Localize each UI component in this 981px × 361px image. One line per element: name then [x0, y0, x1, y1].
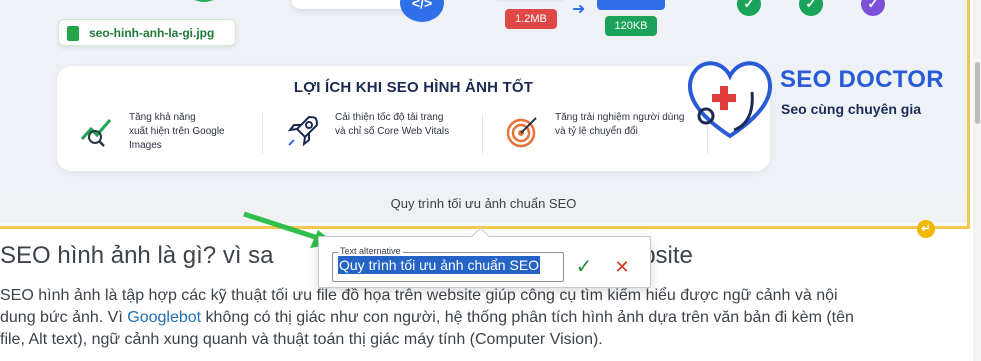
- alt-text-input[interactable]: Quy trình tối ưu ảnh chuẩn SEO: [332, 252, 564, 282]
- infographic-image[interactable]: seo-hinh-anh-la-gi.jpg </> 1.2MB ➜ 120KB…: [0, 0, 967, 192]
- logo-subtitle: Seo cùng chuyên gia: [781, 101, 922, 117]
- editor-canvas: seo-hinh-anh-la-gi.jpg </> 1.2MB ➜ 120KB…: [0, 0, 981, 361]
- benefit-title: LỢI ÍCH KHI SEO HÌNH ẢNH TỐT: [293, 79, 534, 96]
- heart-stethoscope-icon: [688, 61, 772, 139]
- check-icon: ✓: [799, 0, 823, 16]
- alt-text-label: Text alternative: [338, 246, 403, 256]
- target-icon: [506, 117, 537, 148]
- alt-text-popover: Text alternative Quy trình tối ưu ảnh ch…: [318, 236, 651, 288]
- divider: [482, 114, 483, 154]
- arrow-right-icon: ➜: [572, 1, 586, 18]
- block-handle-icon[interactable]: ↵: [917, 220, 935, 238]
- benefit-text: Cải thiện tốc độ tải trang và chỉ số Cor…: [335, 112, 450, 137]
- check-icon: ✓: [861, 0, 885, 16]
- alt-text-value: Quy trình tối ưu ảnh chuẩn SEO: [338, 256, 541, 274]
- check-icon: ✓: [737, 0, 761, 16]
- benefit-text: Tăng trải nghiệm người dùng và tỷ lệ chu…: [555, 112, 685, 137]
- benefit-item: Tăng trải nghiệm người dùng và tỷ lệ chu…: [505, 111, 705, 155]
- benefit-text: Tăng khả năng xuất hiện trên Google Imag…: [129, 112, 225, 151]
- divider: [262, 114, 263, 154]
- logo-title: SEO DOCTOR: [780, 66, 944, 93]
- benefit-card: LỢI ÍCH KHI SEO HÌNH ẢNH TỐT Tăng khả nă…: [57, 66, 770, 171]
- rocket-icon: [287, 115, 319, 147]
- cancel-button[interactable]: ✕: [609, 254, 635, 280]
- benefit-item: Cải thiện tốc độ tải trang và chỉ số Cor…: [285, 111, 485, 155]
- scrollbar-track[interactable]: [973, 0, 981, 361]
- confirm-button[interactable]: ✓: [571, 254, 597, 280]
- decor-shape: [180, 0, 228, 2]
- size-after-badge: 120KB: [605, 16, 657, 36]
- decor-bar-blue: [597, 0, 665, 10]
- file-name-pill: seo-hinh-anh-la-gi.jpg: [58, 19, 236, 46]
- figure-caption[interactable]: Quy trình tối ưu ảnh chuẩn SEO: [0, 192, 967, 223]
- size-before-badge: 1.2MB: [505, 9, 557, 29]
- close-icon: ✕: [614, 257, 630, 277]
- benefit-item: Tăng khả năng xuất hiện trên Google Imag…: [79, 111, 269, 155]
- decor-card: [291, 0, 411, 9]
- file-icon: [67, 26, 79, 41]
- check-icon: ✓: [575, 256, 593, 278]
- seo-doctor-logo: SEO DOCTOR Seo cùng chuyên gia: [682, 56, 952, 146]
- scrollbar-thumb[interactable]: [975, 62, 980, 124]
- code-icon: </>: [400, 0, 444, 22]
- article-paragraph[interactable]: SEO hình ảnh là tập hợp các kỹ thuật tối…: [0, 285, 960, 351]
- chart-search-icon: [80, 119, 112, 147]
- image-block[interactable]: seo-hinh-anh-la-gi.jpg </> 1.2MB ➜ 120KB…: [0, 0, 970, 229]
- decor-bar: [497, 0, 565, 2]
- googlebot-link[interactable]: Googlebot: [127, 309, 201, 326]
- file-name: seo-hinh-anh-la-gi.jpg: [89, 26, 215, 40]
